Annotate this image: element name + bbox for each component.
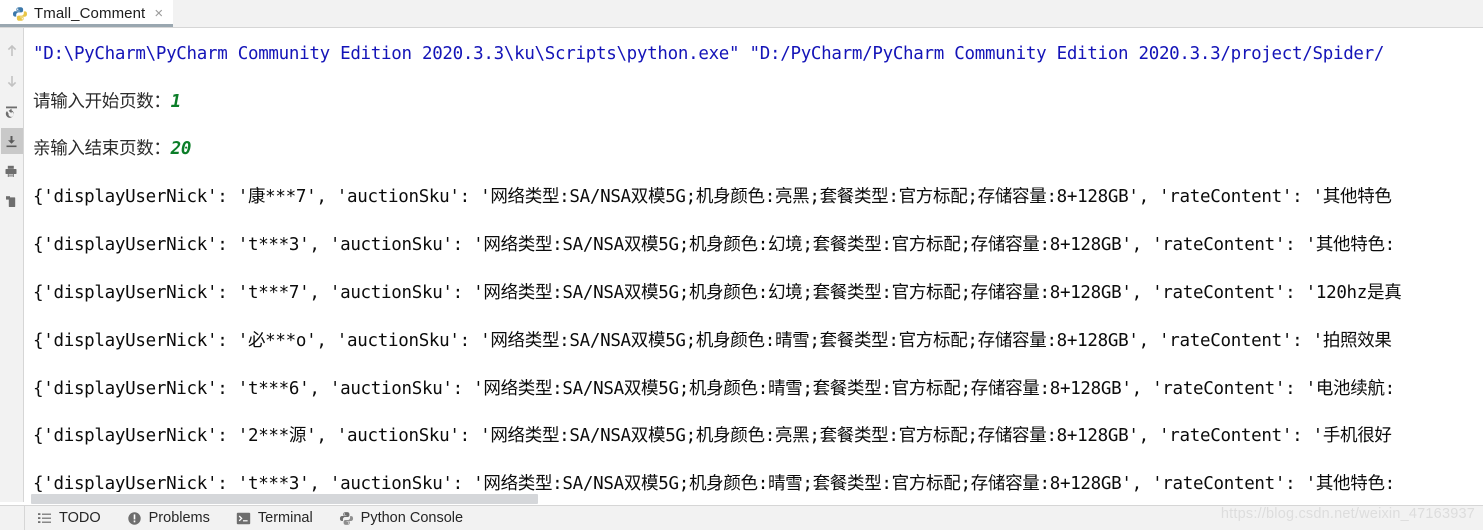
scrollbar-thumb[interactable]: [31, 494, 538, 504]
console-line-record: {'displayUserNick': 't***7', 'auctionSku…: [33, 283, 1402, 303]
status-bar-label: Problems: [148, 510, 210, 526]
rerun-icon: [5, 106, 17, 118]
toolbar-button-print[interactable]: [1, 158, 23, 184]
todo-list-icon: [38, 512, 51, 523]
terminal-icon: [236, 512, 251, 524]
prompt-text: 亲输入结束页数：: [33, 139, 171, 159]
console-line-prompt-start: 请输入开始页数：1: [33, 91, 181, 113]
python-console-icon: [339, 511, 353, 525]
console-line-record: {'displayUserNick': 't***3', 'auctionSku…: [33, 474, 1395, 494]
status-bar-item-problems[interactable]: Problems: [115, 506, 224, 530]
down-arrow-icon: [7, 76, 16, 88]
close-icon[interactable]: ×: [154, 6, 163, 21]
scroll-to-end-icon: [6, 135, 17, 147]
run-console-output[interactable]: "D:\PyCharm\PyCharm Community Edition 20…: [25, 29, 1483, 494]
status-bar-label: Python Console: [360, 510, 464, 526]
toolbar-button-down-stack[interactable]: [1, 68, 23, 94]
up-arrow-icon: [7, 44, 16, 56]
python-file-icon: [13, 6, 28, 21]
status-bar-label: TODO: [59, 510, 101, 526]
status-bar-label: Terminal: [257, 510, 313, 526]
console-line-record: {'displayUserNick': '必***o', 'auctionSku…: [33, 331, 1392, 351]
run-console-toolbar: [0, 28, 24, 502]
prompt-text: 请输入开始页数：: [33, 92, 171, 112]
toolbar-button-scroll-to-end[interactable]: [0, 128, 23, 154]
user-input-value: 1: [170, 92, 182, 112]
console-line-command: "D:\PyCharm\PyCharm Community Edition 20…: [33, 44, 1385, 64]
print-icon: [5, 165, 17, 177]
console-line-prompt-end: 亲输入结束页数：20: [33, 138, 191, 160]
console-line-record: {'displayUserNick': 't***6', 'auctionSku…: [33, 379, 1395, 399]
status-bar-item-todo[interactable]: TODO: [25, 506, 115, 530]
user-input-value: 20: [170, 139, 192, 159]
status-bar-gutter: [0, 506, 25, 530]
tab-active-indicator: [0, 24, 174, 27]
toolbar-button-up-stack[interactable]: [1, 38, 23, 64]
toolbar-button-rerun[interactable]: [1, 98, 23, 124]
status-bar-item-terminal[interactable]: Terminal: [224, 506, 327, 530]
status-bar-item-python-console[interactable]: Python Console: [327, 506, 477, 530]
console-line-record: {'displayUserNick': 't***3', 'auctionSku…: [33, 235, 1395, 255]
tab-tmall-comment[interactable]: Tmall_Comment ×: [0, 0, 174, 27]
pycharm-run-window: Tmall_Comment × "D:\PyCharm\PyCharm Comm…: [0, 0, 1483, 530]
editor-tab-strip: Tmall_Comment ×: [0, 0, 1483, 28]
clear-all-icon: [6, 195, 16, 207]
tab-label: Tmall_Comment: [34, 5, 146, 22]
watermark-text: https://blog.csdn.net/weixin_47163937: [1220, 506, 1475, 522]
console-line-record: {'displayUserNick': '康***7', 'auctionSku…: [33, 187, 1392, 207]
console-horizontal-scrollbar[interactable]: [25, 492, 1483, 505]
problems-warning-icon: [127, 511, 141, 525]
console-line-record: {'displayUserNick': '2***源', 'auctionSku…: [33, 426, 1392, 446]
toolbar-button-clear-all[interactable]: [1, 188, 23, 214]
